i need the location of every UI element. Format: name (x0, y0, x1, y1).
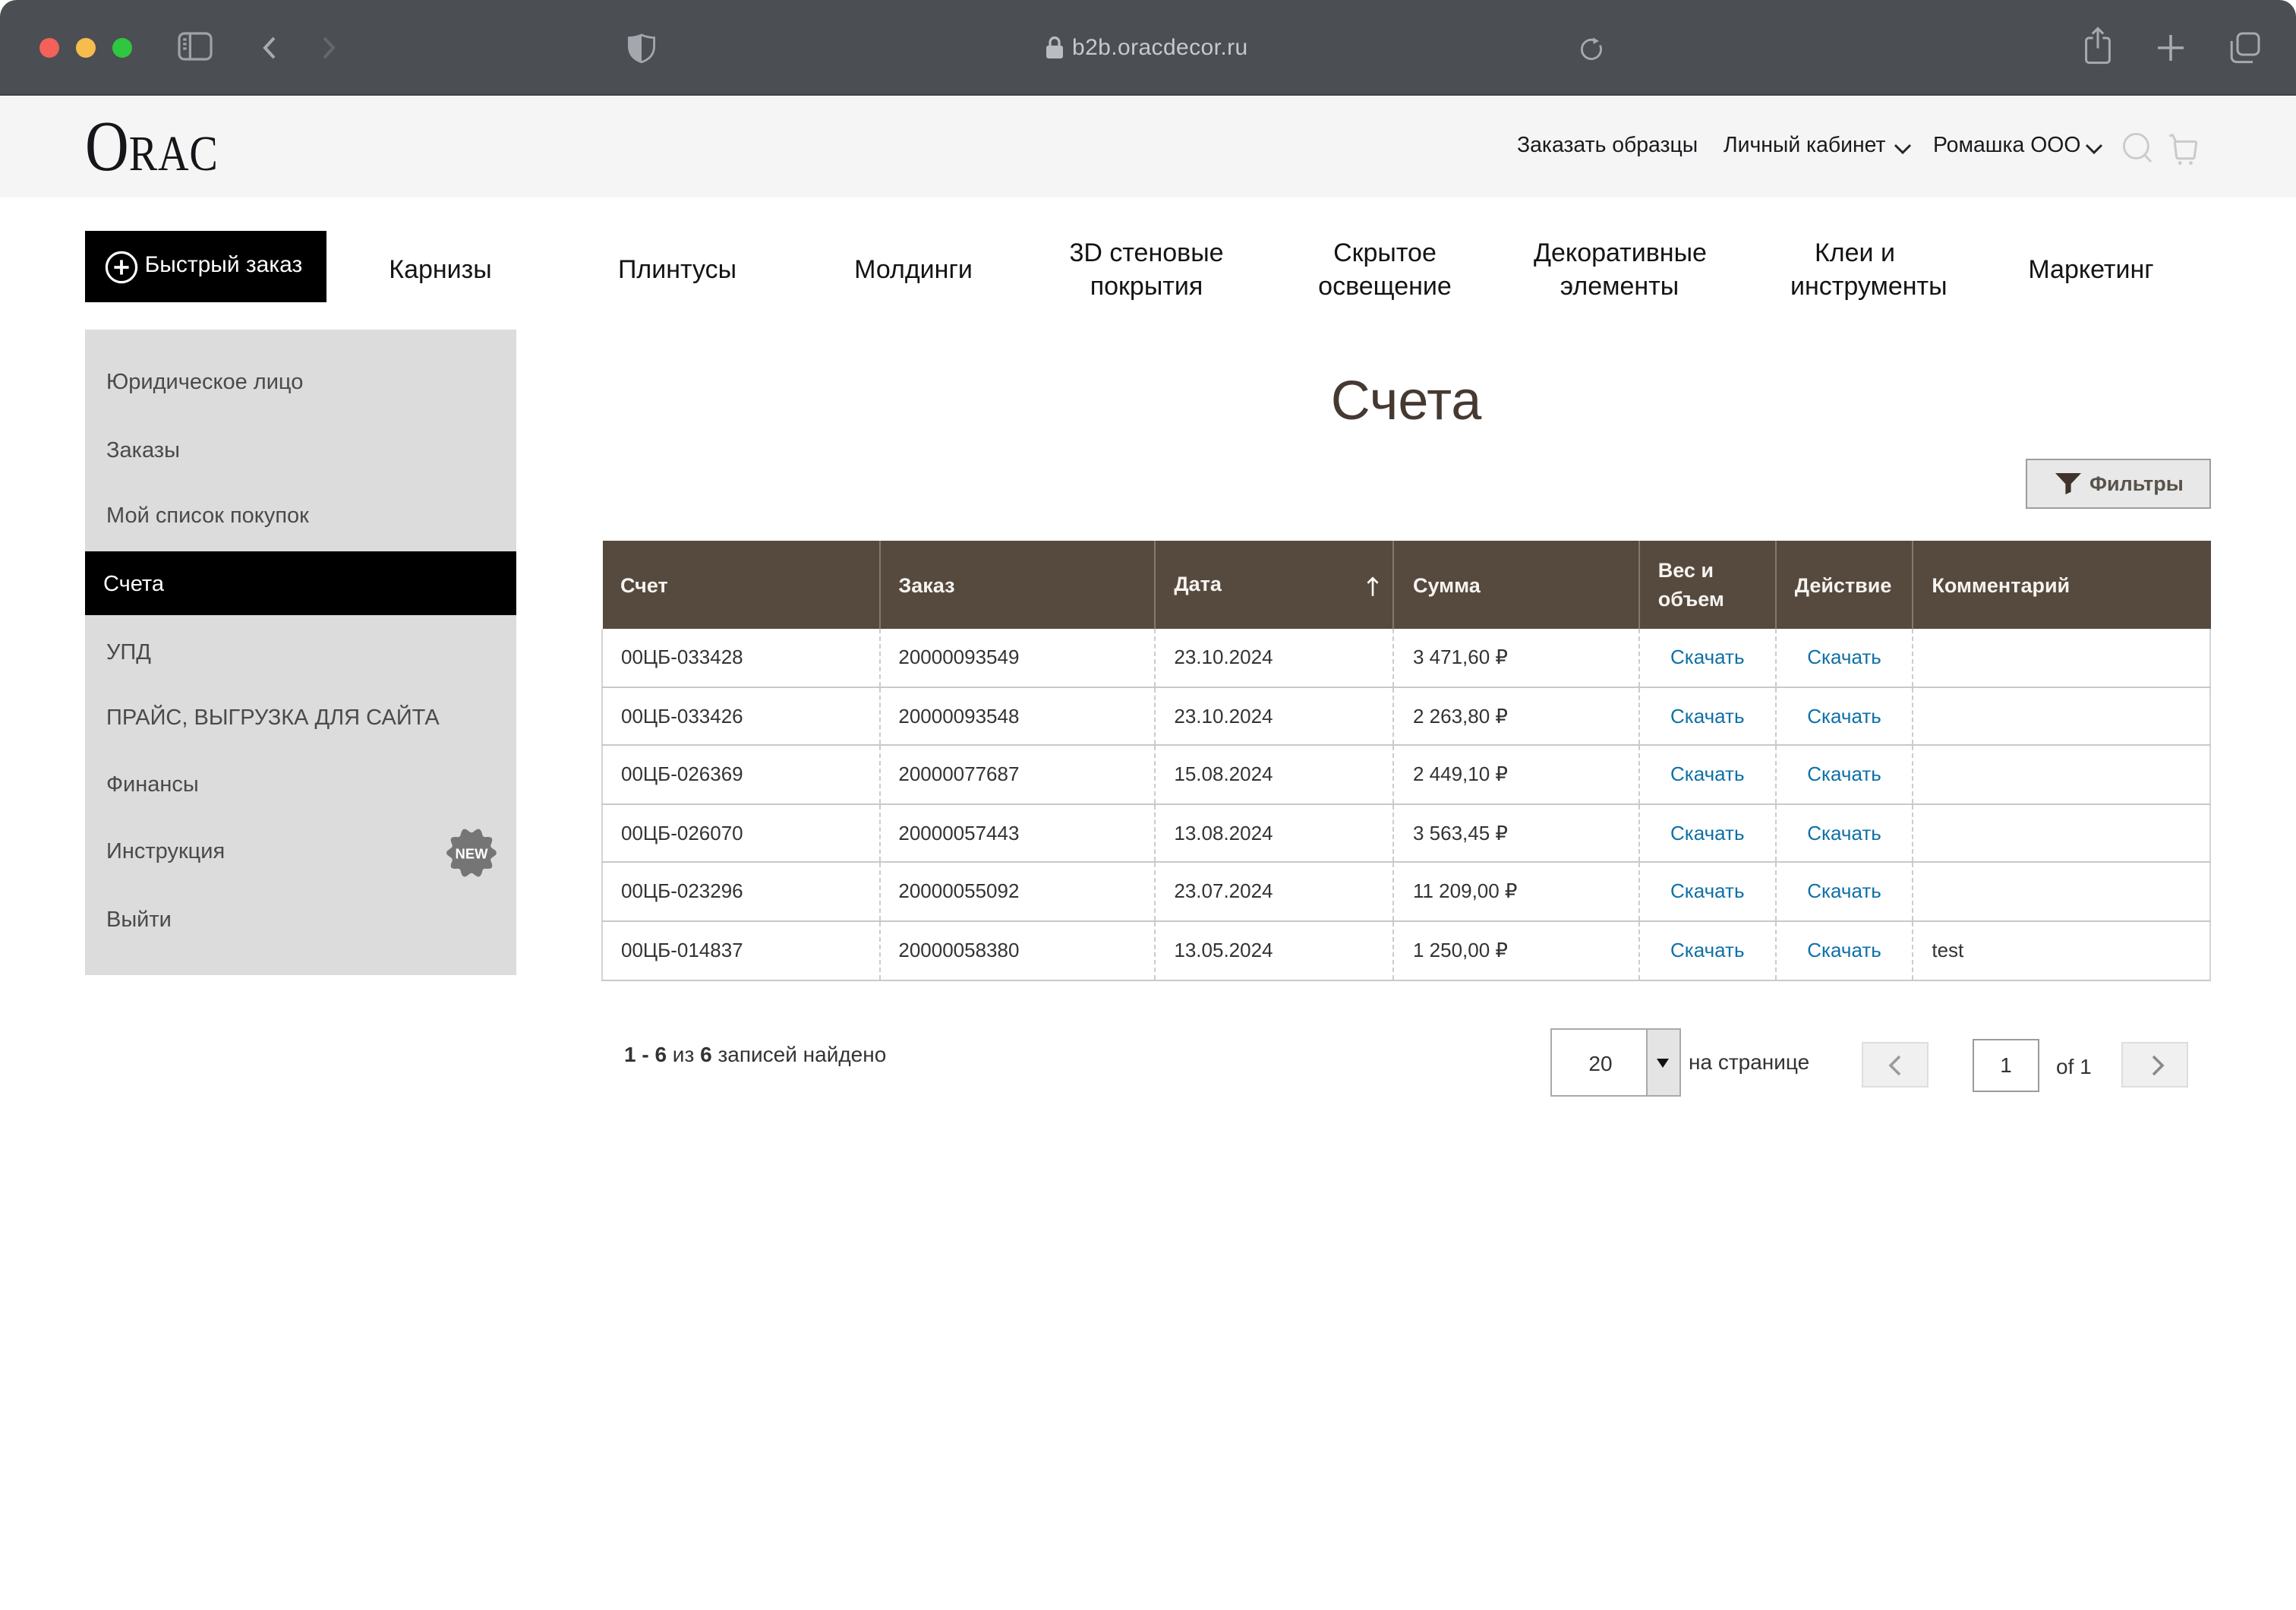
svg-text:NEW: NEW (456, 845, 489, 861)
